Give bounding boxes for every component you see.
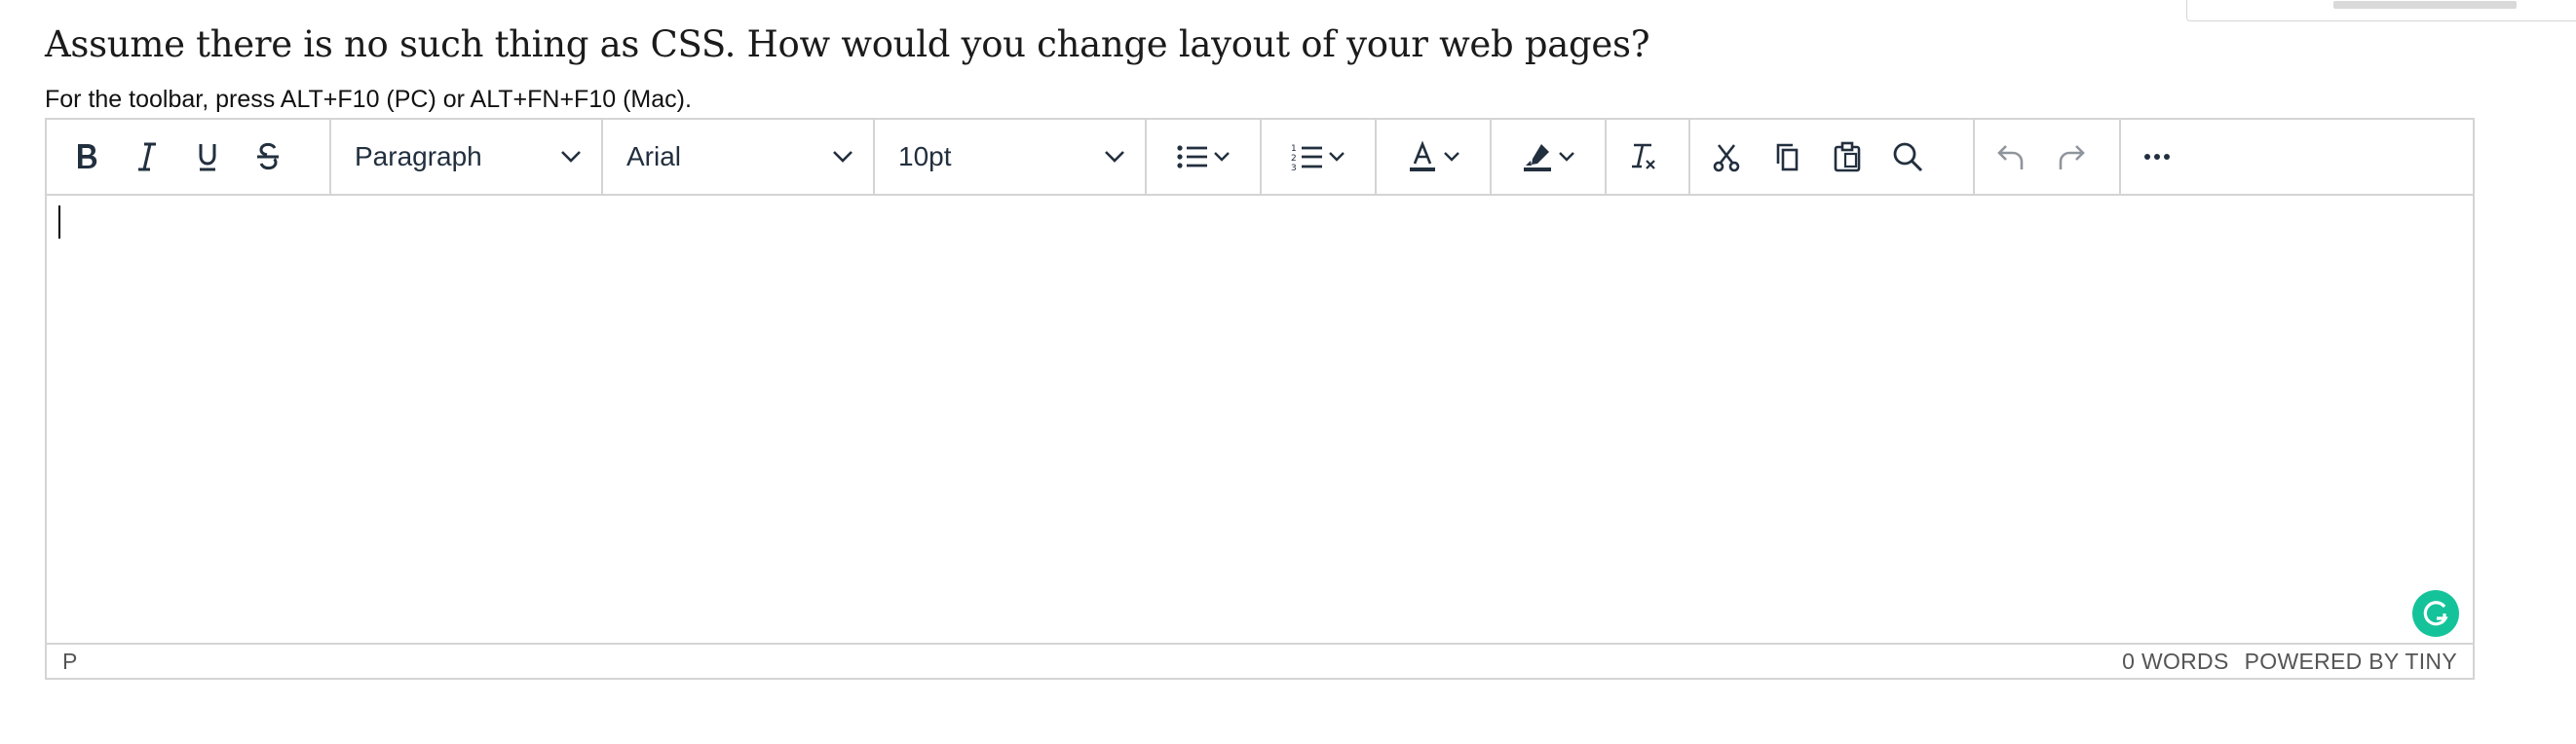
chevron-down-icon <box>833 151 852 163</box>
underline-icon <box>199 144 216 171</box>
clear-formatting-icon <box>1632 143 1655 169</box>
element-path[interactable]: P <box>62 649 77 675</box>
search-icon <box>1893 142 1923 172</box>
numbered-list-icon: 123 <box>1291 144 1322 173</box>
chevron-down-icon <box>1105 151 1124 163</box>
grammarly-button[interactable] <box>2412 590 2459 637</box>
chevron-down-icon <box>1444 152 1459 162</box>
italic-button[interactable] <box>117 130 177 183</box>
font-family-value: Arial <box>626 141 682 171</box>
clipboard-group <box>1690 120 1975 194</box>
top-right-widget <box>2186 0 2576 21</box>
bold-icon <box>78 144 97 168</box>
redo-button[interactable] <box>2041 130 2102 183</box>
svg-text:3: 3 <box>1291 164 1297 173</box>
chevron-down-icon <box>1559 152 1574 162</box>
numbered-list-button[interactable]: 123 <box>1268 130 1369 183</box>
underline-button[interactable] <box>177 130 238 183</box>
cut-button[interactable] <box>1696 130 1757 183</box>
editor-content-area[interactable] <box>47 196 2473 643</box>
chevron-down-icon <box>561 151 581 163</box>
question-title: Assume there is no such thing as CSS. Ho… <box>45 23 1650 65</box>
svg-text:2: 2 <box>1291 154 1297 164</box>
search-button[interactable] <box>1877 130 1938 183</box>
highlight-button[interactable] <box>1497 130 1599 183</box>
paste-icon <box>1834 141 1861 172</box>
cut-icon <box>1713 144 1740 172</box>
clear-formatting-group <box>1607 120 1690 194</box>
font-family-select[interactable]: Arial <box>603 120 875 194</box>
copy-button[interactable] <box>1757 130 1817 183</box>
numbered-list-group: 123 <box>1262 120 1377 194</box>
paste-button[interactable] <box>1817 130 1877 183</box>
block-format-select[interactable]: Paragraph <box>331 120 603 194</box>
italic-icon <box>138 142 156 171</box>
chevron-down-icon <box>1329 152 1345 162</box>
highlight-icon <box>1524 144 1551 171</box>
text-color-button[interactable] <box>1383 130 1484 183</box>
undo-button[interactable] <box>1981 130 2041 183</box>
text-color-icon <box>1410 140 1435 171</box>
more-button[interactable] <box>2127 130 2187 183</box>
rich-text-editor: Paragraph Arial 10pt 123 P 0 WORDS POWER… <box>45 118 2475 680</box>
powered-by-link[interactable]: POWERED BY TINY <box>2245 649 2457 675</box>
format-group <box>47 120 331 194</box>
editor-toolbar: Paragraph Arial 10pt 123 <box>47 120 2473 196</box>
editor-statusbar: P 0 WORDS POWERED BY TINY <box>47 643 2473 678</box>
redo-icon <box>2059 145 2085 169</box>
svg-text:1: 1 <box>1291 144 1297 154</box>
clear-formatting-button[interactable] <box>1612 130 1673 183</box>
text-caret <box>58 205 60 239</box>
bullet-list-group <box>1147 120 1262 194</box>
bullet-list-icon <box>1177 145 1207 168</box>
font-size-select[interactable]: 10pt <box>875 120 1147 194</box>
top-widget-bar <box>2333 1 2517 9</box>
toolbar-hint: For the toolbar, press ALT+F10 (PC) or A… <box>45 86 692 113</box>
strikethrough-button[interactable] <box>238 130 298 183</box>
copy-icon <box>1776 143 1799 171</box>
highlight-group <box>1492 120 1607 194</box>
word-count[interactable]: 0 WORDS <box>2122 649 2228 675</box>
text-color-group <box>1377 120 1492 194</box>
strikethrough-icon <box>257 142 279 170</box>
history-group <box>1975 120 2121 194</box>
more-group <box>2121 120 2205 194</box>
bold-button[interactable] <box>57 130 117 183</box>
font-size-value: 10pt <box>898 141 952 171</box>
undo-icon <box>1997 145 2024 169</box>
more-icon <box>2144 154 2170 160</box>
block-format-value: Paragraph <box>355 141 482 171</box>
grammarly-icon <box>2423 601 2448 626</box>
bullet-list-button[interactable] <box>1153 130 1254 183</box>
chevron-down-icon <box>1214 152 1230 162</box>
